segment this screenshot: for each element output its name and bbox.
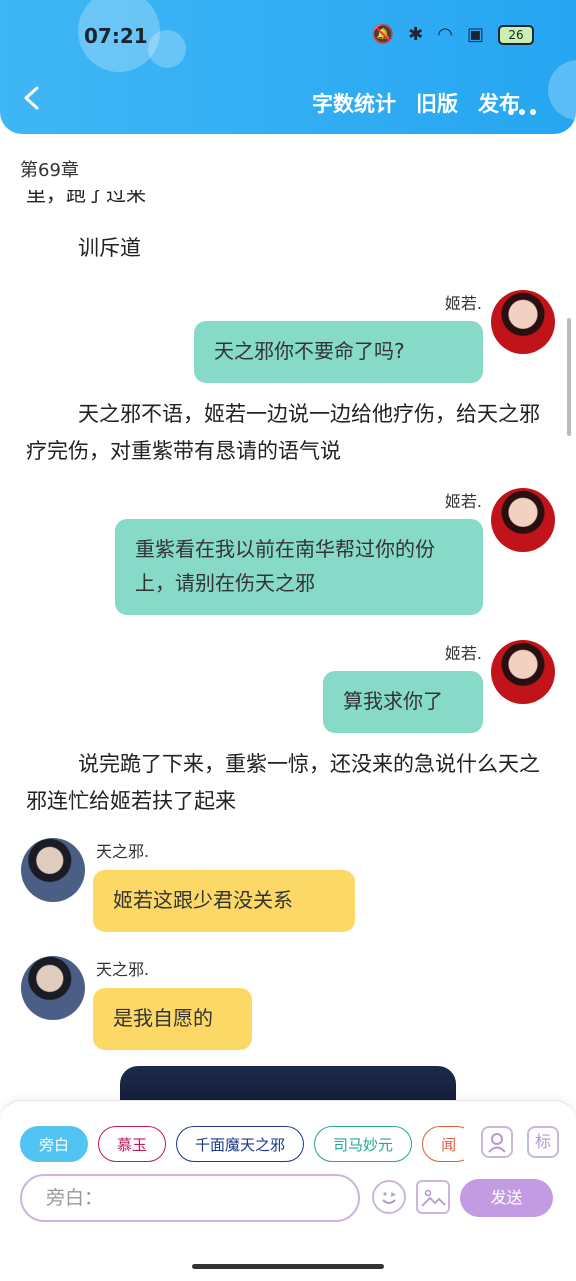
back-icon[interactable] [22, 86, 42, 110]
image-message[interactable] [120, 1066, 456, 1100]
narration-paragraph: 训斥道 [78, 236, 141, 260]
home-indicator[interactable] [192, 1264, 384, 1269]
decor-bubble [148, 30, 186, 68]
send-button[interactable]: 发送 [460, 1179, 553, 1217]
wifi-icon: ◠ [437, 24, 453, 45]
avatar[interactable] [21, 838, 85, 902]
mute-icon: 🔕 [371, 24, 395, 45]
bluetooth-icon: ✱ [408, 24, 424, 45]
speaker-name: 天之邪. [96, 960, 150, 979]
narration-paragraph: 天之邪不语，姬若一边说一边给他疗伤，给天之邪疗完伤，对重紫带有恳请的语气说 [26, 402, 540, 463]
decor-bubble [548, 60, 576, 120]
chat-bubble[interactable]: 算我求你了 [323, 671, 483, 733]
role-chip[interactable]: 司马妙元 [314, 1126, 413, 1162]
chat-bubble[interactable]: 天之邪你不要命了吗? [194, 321, 483, 383]
tag-icon[interactable]: 标 [527, 1126, 559, 1158]
header-actions: 字数统计 旧版 发布 [312, 88, 520, 118]
speaker-name: 姬若. [444, 492, 482, 511]
avatar[interactable] [491, 488, 555, 552]
chat-bubble[interactable]: 是我自愿的 [93, 988, 252, 1050]
sim-icon: ▣ [466, 24, 484, 45]
role-chip[interactable]: 闻 [422, 1126, 464, 1162]
avatar[interactable] [491, 290, 555, 354]
app-header: 07:21 🔕 ✱ ◠ ▣ 26 字数统计 旧版 发布 [0, 0, 576, 134]
speaker-name: 姬若. [444, 644, 482, 663]
story-content[interactable]: 里，跑了过来 训斥道 姬若. 天之邪你不要命了吗? 天之邪不语，姬若一边说一边给… [0, 190, 576, 1100]
old-version-button[interactable]: 旧版 [416, 88, 458, 118]
speaker-name: 姬若. [444, 294, 482, 313]
status-time: 07:21 [84, 24, 148, 48]
status-icons: 🔕 ✱ ◠ ▣ 26 [372, 24, 534, 45]
dialogue-input[interactable]: 旁白： [20, 1174, 360, 1222]
speaker-name: 天之邪. [96, 842, 150, 861]
role-chip-narration[interactable]: 旁白 [20, 1126, 89, 1162]
role-chip[interactable]: 千面魔天之邪 [176, 1126, 305, 1162]
chapter-title: 第69章 [20, 160, 79, 181]
role-chip-row[interactable]: 旁白 慕玉 千面魔天之邪 司马妙元闻 [20, 1126, 464, 1166]
role-chip[interactable]: 慕玉 [98, 1126, 167, 1162]
emoji-icon[interactable] [372, 1180, 406, 1214]
image-icon[interactable] [416, 1180, 450, 1214]
chat-bubble[interactable]: 姬若这跟少君没关系 [93, 870, 355, 932]
avatar[interactable] [491, 640, 555, 704]
more-icon[interactable] [503, 100, 536, 119]
role-icon[interactable] [481, 1126, 513, 1158]
word-count-button[interactable]: 字数统计 [312, 88, 396, 118]
cut-paragraph: 里，跑了过来 [26, 190, 146, 204]
battery-icon: 26 [498, 24, 534, 45]
scrollbar[interactable] [567, 318, 571, 436]
chat-bubble[interactable]: 重紫看在我以前在南华帮过你的份上，请别在伤天之邪 [115, 519, 483, 615]
narration-paragraph: 说完跪了下来，重紫一惊，还没来的急说什么天之邪连忙给姬若扶了起来 [26, 752, 540, 813]
avatar[interactable] [21, 956, 85, 1020]
